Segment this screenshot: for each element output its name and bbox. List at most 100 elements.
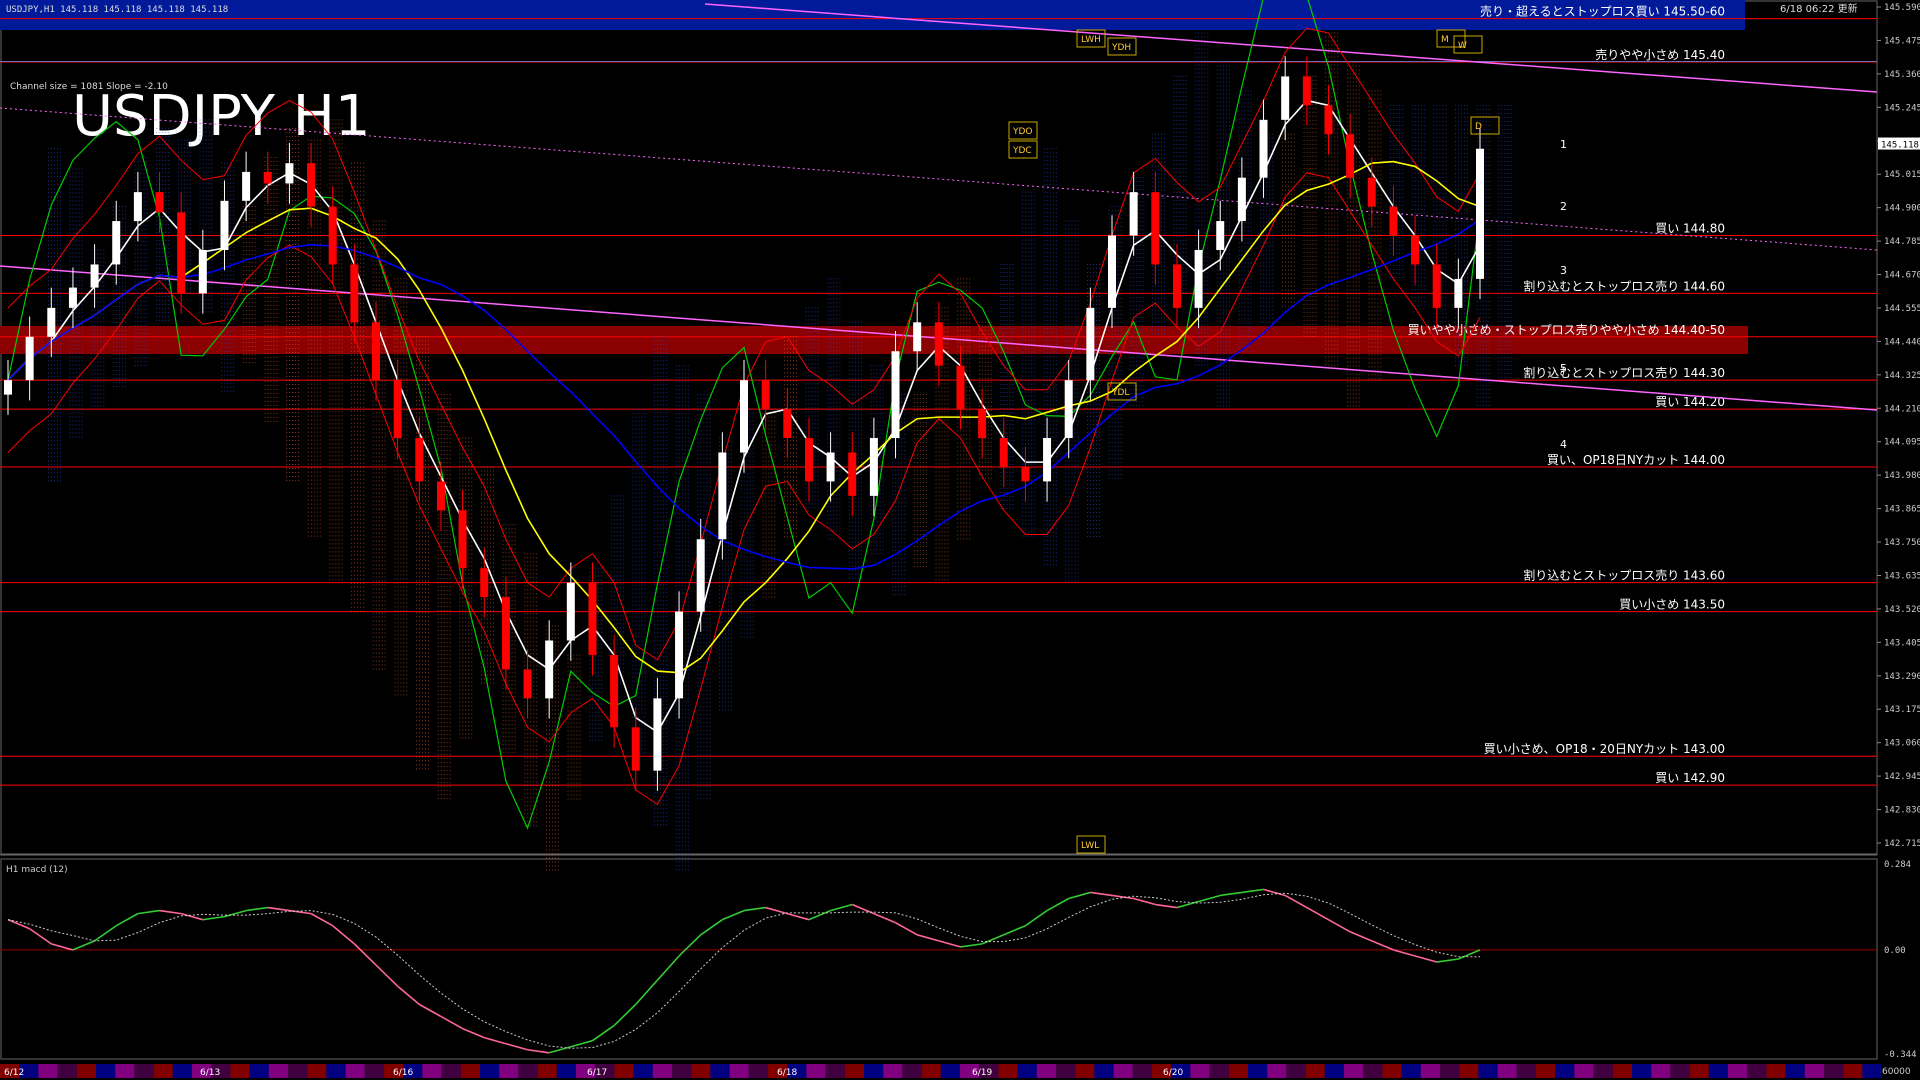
candle-body: [848, 452, 857, 496]
y-tick-label: 144.785: [1884, 237, 1920, 247]
marker-label: YDH: [1111, 43, 1131, 53]
macd-segment: [353, 943, 377, 966]
candle-body: [1172, 264, 1181, 308]
channel-number: 5: [1560, 362, 1567, 375]
y-tick-label: 143.060: [1884, 739, 1920, 749]
chart-title: USDJPY H1: [72, 84, 370, 149]
marker-label: M: [1441, 35, 1449, 45]
channel-number: 1: [1560, 138, 1567, 151]
macd-segment: [505, 1042, 528, 1051]
price-level-label: 売りやや小さめ 145.40: [1595, 47, 1725, 62]
y-tick-label: 144.440: [1884, 337, 1920, 347]
candle-body: [480, 568, 489, 598]
macd-segment: [332, 925, 355, 945]
candle-body: [934, 322, 943, 366]
marker-label: W: [1458, 41, 1467, 51]
macd-segment: [115, 912, 139, 927]
candle-body: [198, 249, 207, 294]
candle-body: [415, 438, 424, 482]
macd-segment: [592, 1024, 615, 1042]
candle-body: [869, 438, 878, 496]
macd-segment: [267, 906, 290, 912]
macd-segment: [180, 912, 204, 921]
y-tick-label: 144.670: [1884, 271, 1920, 281]
y-tick-label: 142.945: [1884, 772, 1920, 782]
y-tick-label: 144.555: [1884, 304, 1920, 314]
price-level-label: 買い 142.90: [1655, 771, 1725, 785]
update-time: 6/18 06:22 更新: [1780, 2, 1858, 15]
candle-body: [436, 481, 445, 511]
macd-segment: [246, 906, 268, 912]
candle-body: [891, 351, 900, 439]
candle-body: [1216, 221, 1225, 250]
macd-segment: [137, 909, 160, 915]
candle-body: [155, 192, 164, 213]
candle-body: [1367, 177, 1376, 207]
price-level-label: 買い、OP18日NYカット 144.00: [1547, 453, 1725, 467]
candle-body: [68, 287, 77, 308]
candle-body: [1129, 192, 1138, 236]
y-tick-label: 143.980: [1884, 471, 1920, 481]
y-tick-label: 144.325: [1884, 371, 1920, 381]
candle-body: [523, 669, 532, 699]
y-tick-label: 143.405: [1884, 638, 1920, 648]
candle-body: [696, 539, 705, 612]
candle-body: [1237, 177, 1246, 222]
candle-body: [263, 171, 272, 184]
macd-segment: [397, 985, 420, 1005]
macd-segment: [94, 925, 117, 942]
candle-body: [783, 409, 792, 439]
candle-body: [588, 582, 597, 655]
price-level-label: 買い 144.80: [1655, 222, 1725, 236]
y-tick-label: 145.245: [1884, 103, 1920, 113]
candle-body: [978, 409, 987, 439]
macd-label: H1 macd (12): [6, 865, 68, 875]
y-tick-label: 143.865: [1884, 505, 1920, 515]
y-tick-label: 144.900: [1884, 204, 1920, 214]
macd-segment: [418, 1003, 442, 1018]
symbol-line: USDJPY,H1 145.118 145.118 145.118 145.11…: [6, 5, 228, 15]
candle-body: [1411, 235, 1420, 265]
candle-body: [1194, 249, 1203, 308]
candle-body: [1021, 466, 1030, 482]
chart-canvas: USDJPY,H1 145.118 145.118 145.118 145.11…: [0, 0, 1920, 1078]
macd-segment: [440, 1015, 463, 1030]
price-level-label: 割り込むとストップロス売り 143.60: [1523, 568, 1725, 583]
price-level-label: 割り込むとストップロス売り 144.60: [1523, 278, 1725, 293]
candle-body: [1064, 380, 1073, 439]
candle-body: [1151, 192, 1160, 265]
candle-body: [1043, 438, 1052, 482]
y-tick-label: 143.635: [1884, 571, 1920, 581]
macd-segment: [375, 964, 399, 987]
candle-body: [372, 322, 380, 381]
macd-segment: [462, 1027, 485, 1039]
candle-body: [393, 380, 402, 439]
candle-body: [501, 597, 510, 670]
y-tick-label: 143.290: [1884, 672, 1920, 682]
channel-number: 3: [1560, 264, 1567, 277]
price-level-label: 買い小さめ 143.50: [1619, 598, 1725, 612]
macd-segment: [29, 928, 52, 945]
candle-body: [545, 640, 554, 699]
candle-body: [956, 365, 965, 410]
candle-body: [631, 727, 640, 771]
candle-body: [804, 438, 813, 482]
candle-body: [1302, 76, 1311, 106]
marker-label: D: [1475, 122, 1482, 132]
candle-body: [1259, 119, 1268, 178]
macd-panel-frame: [0, 858, 1878, 1060]
macd-segment: [289, 909, 312, 915]
y-tick-label: 144.095: [1884, 438, 1920, 448]
candle-body: [1476, 148, 1484, 279]
macd-segment: [310, 912, 334, 927]
current-price-label: 145.118: [1881, 141, 1919, 151]
marker-label: YDC: [1012, 146, 1032, 156]
macd-segment: [548, 1045, 572, 1054]
candle-body: [999, 438, 1008, 467]
macd-segment: [484, 1036, 507, 1045]
candle-body: [1086, 307, 1095, 381]
macd-segment: [570, 1039, 593, 1048]
candle-body: [566, 582, 575, 641]
candle-body: [220, 200, 229, 250]
candle-body: [1108, 235, 1116, 308]
